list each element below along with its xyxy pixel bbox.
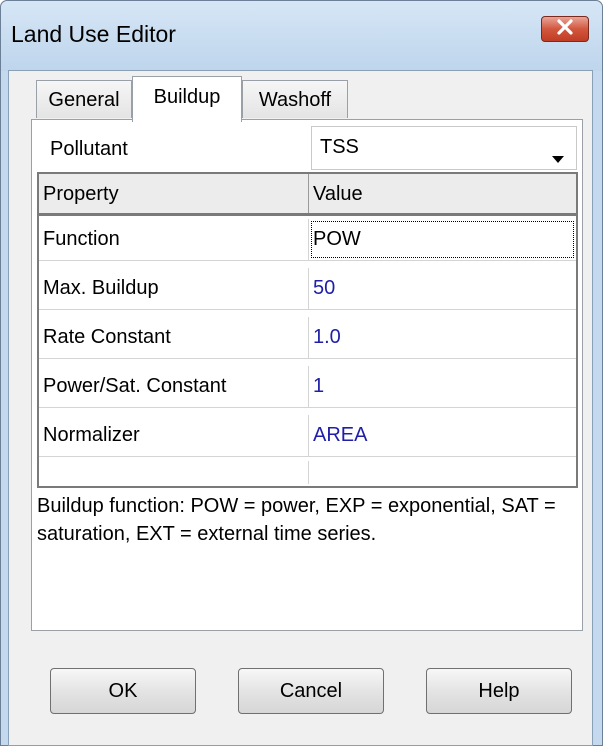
grid-row-rate-constant[interactable]: Rate Constant 1.0 bbox=[39, 317, 576, 359]
ok-button[interactable]: OK bbox=[50, 668, 196, 714]
value-cell[interactable]: 1.0 bbox=[309, 317, 576, 358]
help-button[interactable]: Help bbox=[426, 668, 572, 714]
value-cell[interactable]: POW bbox=[309, 219, 576, 260]
grid-row-normalizer[interactable]: Normalizer AREA bbox=[39, 415, 576, 457]
chevron-down-icon bbox=[552, 147, 564, 170]
pollutant-select[interactable]: TSS bbox=[311, 126, 577, 170]
pollutant-label: Pollutant bbox=[50, 138, 128, 160]
title-bar[interactable]: Land Use Editor bbox=[1, 1, 602, 71]
property-cell: Power/Sat. Constant bbox=[39, 366, 309, 407]
property-cell: Rate Constant bbox=[39, 317, 309, 358]
grid-row-max-buildup[interactable]: Max. Buildup 50 bbox=[39, 268, 576, 310]
window-title: Land Use Editor bbox=[11, 21, 176, 47]
close-button[interactable] bbox=[541, 16, 589, 42]
tab-buildup[interactable]: Buildup bbox=[132, 76, 242, 122]
grid-empty-row bbox=[39, 461, 576, 484]
close-icon bbox=[556, 18, 574, 40]
property-grid: Property Value Function POW Max. Buildup… bbox=[37, 172, 578, 488]
grid-row-function[interactable]: Function POW bbox=[39, 219, 576, 261]
property-cell: Max. Buildup bbox=[39, 268, 309, 309]
property-description: Buildup function: POW = power, EXP = exp… bbox=[37, 495, 556, 545]
value-cell[interactable]: 50 bbox=[309, 268, 576, 309]
grid-row-power-sat-constant[interactable]: Power/Sat. Constant 1 bbox=[39, 366, 576, 408]
grid-header-row: Property Value bbox=[39, 174, 576, 216]
tab-general[interactable]: General bbox=[36, 80, 132, 118]
value-cell[interactable]: AREA bbox=[309, 415, 576, 456]
pollutant-selected-value: TSS bbox=[320, 136, 359, 158]
column-header-value[interactable]: Value bbox=[309, 174, 576, 213]
value-cell[interactable]: 1 bbox=[309, 366, 576, 407]
tab-washoff[interactable]: Washoff bbox=[242, 80, 348, 118]
property-cell: Normalizer bbox=[39, 415, 309, 456]
column-header-property[interactable]: Property bbox=[39, 174, 309, 213]
cancel-button[interactable]: Cancel bbox=[238, 668, 384, 714]
property-cell: Function bbox=[39, 219, 309, 260]
property-cell-empty bbox=[39, 461, 309, 484]
